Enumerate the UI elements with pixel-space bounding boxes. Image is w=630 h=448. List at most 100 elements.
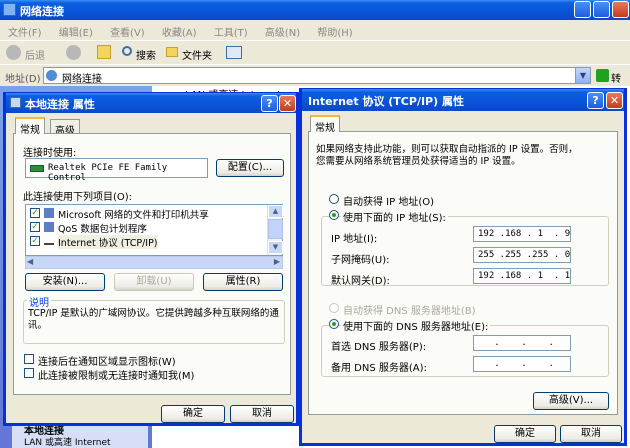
scroll-right-button[interactable]: ▶ [274, 257, 280, 266]
folders-icon [166, 47, 178, 57]
subnet-mask-field[interactable]: 255 .255 .255 . 0 [473, 247, 571, 263]
network-icon [3, 3, 16, 16]
maximize-button[interactable] [593, 1, 610, 18]
go-arrow-icon[interactable] [596, 69, 609, 82]
scroll-left-button[interactable]: ◀ [27, 257, 33, 266]
search-label[interactable]: 搜索 [136, 47, 156, 62]
forward-arrow-icon[interactable] [66, 45, 81, 60]
cancel-button[interactable]: 取消 [230, 405, 294, 423]
address-dropdown-button[interactable]: ▼ [575, 68, 590, 83]
back-arrow-icon[interactable] [6, 45, 21, 60]
menu-edit[interactable]: 编辑(E) [59, 28, 93, 39]
manual-dns-label[interactable]: 使用下面的 DNS 服务器地址(E): [341, 318, 491, 333]
minimize-button[interactable] [574, 1, 591, 18]
adapter-field: Realtek PCIe FE Family Control [25, 158, 208, 183]
menu-advanced[interactable]: 高级(N) [265, 28, 300, 39]
tcpip-dialog-title: Internet 协议 (TCP/IP) 属性 [308, 95, 464, 108]
items-label: 此连接使用下列项目(O): [23, 192, 133, 203]
local-connection-dialog: 本地连接 属性 ? ✕ 常规 高级 连接时使用: Realtek PCIe FE… [3, 92, 299, 426]
menu-file[interactable]: 文件(F) [8, 28, 42, 39]
menu-view[interactable]: 查看(V) [110, 28, 145, 39]
local-dialog-title: 本地连接 属性 [25, 98, 95, 111]
tcpip-tab-body: 如果网络支持此功能，则可以获取自动指派的 IP 设置。否则， 您需要从网络系统管… [308, 131, 618, 415]
views-icon[interactable] [226, 46, 242, 59]
tab-advanced[interactable]: 高级 [50, 119, 80, 137]
tcpip-dialog: Internet 协议 (TCP/IP) 属性 ? ✕ 常规 如果网络支持此功能… [299, 88, 627, 446]
alternate-dns-field[interactable]: . . . [473, 356, 571, 372]
explorer-toolbar: 后退 搜索 文件夹 [0, 40, 630, 64]
item-checkbox-qos[interactable]: ✓ [30, 222, 40, 232]
configure-button[interactable]: 配置(C)... [216, 159, 284, 177]
explorer-titlebar: 网络连接 [0, 0, 630, 20]
menu-favorites[interactable]: 收藏(A) [162, 28, 197, 39]
menu-help[interactable]: 帮助(H) [317, 28, 352, 39]
up-folder-icon[interactable] [97, 45, 111, 59]
gateway-field[interactable]: 192 .168 . 1 . 1 [473, 268, 571, 284]
close-button[interactable]: ✕ [606, 92, 623, 109]
close-button[interactable]: ✕ [279, 95, 296, 112]
qos-icon [44, 222, 54, 232]
ip-address-label: IP 地址(I): [331, 234, 378, 245]
tab-general[interactable]: 常规 [310, 115, 340, 134]
alternate-dns-label: 备用 DNS 服务器(A): [331, 363, 427, 374]
local-dialog-titlebar: 本地连接 属性 ? ✕ [6, 93, 296, 113]
auto-dns-radio[interactable] [329, 303, 339, 313]
advanced-button[interactable]: 高级(V)... [533, 392, 609, 410]
manual-ip-label[interactable]: 使用下面的 IP 地址(S): [341, 209, 448, 224]
item-label-tcpip[interactable]: Internet 协议 (TCP/IP) [58, 235, 158, 249]
adapter-name: Realtek PCIe FE Family Control [48, 163, 168, 183]
properties-button[interactable]: 属性(R) [203, 273, 283, 291]
ok-button[interactable]: 确定 [161, 405, 225, 423]
address-bar: 地址(D) 网络连接 ▼ 转到 [0, 64, 630, 100]
close-button[interactable] [612, 1, 629, 18]
network-card-icon [30, 165, 44, 172]
scroll-thumb[interactable] [268, 219, 283, 239]
item-label-qos[interactable]: QoS 数据包计划程序 [58, 221, 147, 235]
description-text: TCP/IP 是默认的广域网协议。它提供跨越多种互联网络的通讯。 [28, 308, 279, 331]
tcpip-dialog-titlebar: Internet 协议 (TCP/IP) 属性 ? ✕ [302, 89, 624, 111]
auto-ip-radio[interactable] [329, 194, 339, 204]
list-scrollbar[interactable]: ▲ ▼ [267, 205, 283, 255]
address-label: 地址(D) [5, 74, 41, 85]
preferred-dns-label: 首选 DNS 服务器(P): [331, 342, 427, 353]
auto-dns-label[interactable]: 自动获得 DNS 服务器地址(B) [343, 302, 476, 317]
install-button[interactable]: 安装(N)... [25, 273, 105, 291]
items-list: ✓ Microsoft 网络的文件和打印机共享 ✓ QoS 数据包计划程序 ✓ … [25, 204, 283, 256]
local-tab-body: 连接时使用: Realtek PCIe FE Family Control 配置… [13, 133, 291, 395]
preferred-dns-field[interactable]: . . . [473, 335, 571, 351]
folders-label[interactable]: 文件夹 [182, 47, 212, 62]
notify-label[interactable]: 此连接被限制或无连接时通知我(M) [38, 367, 194, 382]
show-icon-checkbox[interactable] [24, 354, 34, 364]
address-value: 网络连接 [62, 74, 102, 85]
auto-ip-label[interactable]: 自动获得 IP 地址(O) [343, 193, 434, 208]
help-button[interactable]: ? [587, 92, 604, 109]
horizontal-scrollbar[interactable]: ◀ ▶ [25, 256, 283, 269]
show-icon-label[interactable]: 连接后在通知区域显示图标(W) [38, 353, 176, 368]
ok-button[interactable]: 确定 [494, 425, 556, 443]
uninstall-button[interactable]: 卸载(U) [114, 273, 194, 291]
gateway-label: 默认网关(D): [331, 276, 390, 287]
ip-address-field[interactable]: 192 .168 . 1 . 9 [473, 226, 571, 242]
notify-checkbox[interactable] [24, 368, 34, 378]
description-title: 说明 [27, 294, 51, 309]
address-input[interactable]: 网络连接 ▼ [43, 67, 591, 85]
back-label[interactable]: 后退 [25, 47, 45, 62]
item-checkbox-file-sharing[interactable]: ✓ [30, 208, 40, 218]
explorer-title: 网络连接 [20, 5, 64, 18]
intro-line-2: 您需要从网络系统管理员处获得适当的 IP 设置。 [316, 156, 521, 167]
protocol-icon [44, 237, 54, 245]
cancel-button[interactable]: 取消 [560, 425, 622, 443]
connection-icon [10, 97, 21, 108]
menu-tools[interactable]: 工具(T) [214, 28, 248, 39]
subnet-mask-label: 子网掩码(U): [331, 255, 390, 266]
item-label-file-sharing[interactable]: Microsoft 网络的文件和打印机共享 [58, 207, 209, 221]
search-icon [122, 46, 132, 56]
manual-ip-radio[interactable] [329, 210, 339, 220]
manual-dns-radio[interactable] [329, 319, 339, 329]
scroll-up-button[interactable]: ▲ [268, 205, 283, 218]
item-checkbox-tcpip[interactable]: ✓ [30, 236, 40, 246]
tab-general[interactable]: 常规 [15, 117, 45, 136]
help-button[interactable]: ? [261, 95, 278, 112]
scroll-down-button[interactable]: ▼ [268, 241, 283, 254]
menu-bar: 文件(F) 编辑(E) 查看(V) 收藏(A) 工具(T) 高级(N) 帮助(H… [0, 20, 630, 40]
